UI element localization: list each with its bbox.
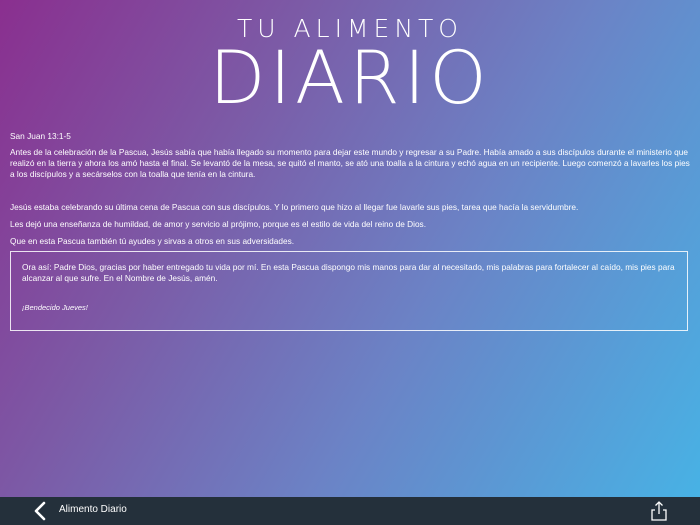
app-header: TU ALIMENTO DIARIO [0,14,700,116]
back-button[interactable] [30,501,50,521]
share-button[interactable] [650,501,668,521]
toolbar-title: Alimento Diario [59,504,127,515]
scripture-reference: San Juan 13:1-5 [10,131,71,141]
share-icon [651,501,667,521]
reflection-paragraph-3: Que en esta Pascua también tú ayudes y s… [10,236,295,246]
chevron-left-icon [34,501,46,521]
title-main: DIARIO [209,36,491,121]
reflection-paragraph-1: Jesús estaba celebrando su última cena d… [10,202,579,212]
prayer-text: Ora así: Padre Dios, gracias por haber e… [22,262,675,283]
reflection-paragraph-2: Les dejó una enseñanza de humildad, de a… [10,219,427,229]
prayer-closing: ¡Bendecido Jueves! [22,303,88,312]
scripture-paragraph: Antes de la celebración de la Pascua, Je… [10,147,690,179]
bottom-toolbar: Alimento Diario [0,497,700,525]
devotional-content: San Juan 13:1-5 Antes de la celebración … [10,131,690,247]
prayer-box: Ora así: Padre Dios, gracias por haber e… [10,251,688,331]
